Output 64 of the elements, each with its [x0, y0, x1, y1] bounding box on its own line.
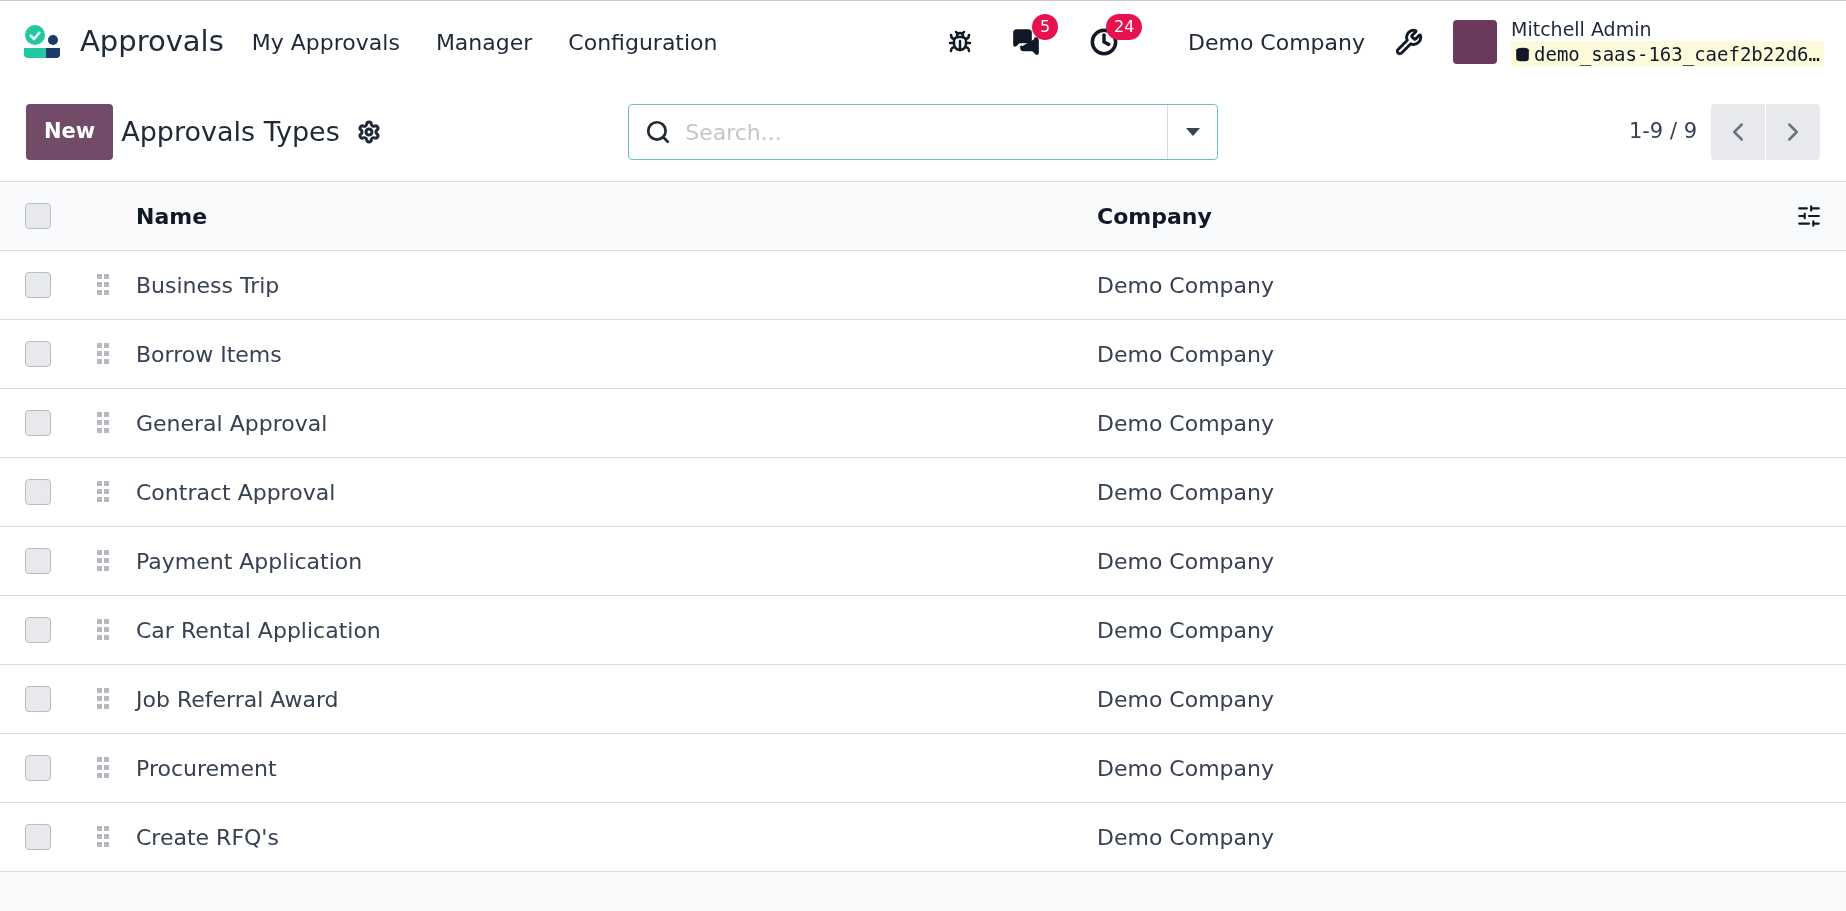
drag-handle-icon[interactable] [97, 757, 109, 779]
table-cell-text: Demo Company [1097, 685, 1276, 714]
table-cell-text: Borrow Items [136, 340, 283, 369]
caret-icon [1185, 128, 1200, 136]
previous-page-button[interactable] [1711, 104, 1765, 160]
table-cell-text: Procurement [136, 754, 278, 783]
database-name: demo_saas-163_caef2b22d6… [1534, 41, 1820, 68]
activities-badge: 24 [1106, 14, 1143, 40]
table-cell-text: Demo Company [1097, 478, 1276, 507]
checkbox[interactable] [25, 272, 51, 298]
table-cell-text: Demo Company [1097, 409, 1276, 438]
checkbox[interactable] [25, 755, 51, 781]
checkbox[interactable] [25, 410, 51, 436]
table-cell-text: Job Referral Award [136, 685, 340, 714]
table-cell-text: General Approval [136, 409, 329, 438]
table-cell-text: Business Trip [136, 271, 281, 300]
table-cell-text: Demo Company [1097, 823, 1276, 852]
checkbox[interactable] [25, 203, 51, 229]
drag-handle-icon[interactable] [97, 481, 109, 503]
drag-handle-icon[interactable] [97, 826, 109, 848]
debug-bug-icon[interactable] [948, 30, 972, 54]
pager-value[interactable]: 1-9 / 9 [1628, 116, 1697, 148]
menu-item[interactable]: My Approvals [233, 25, 418, 59]
checkbox[interactable] [25, 479, 51, 505]
table-cell-text: Payment Application [136, 547, 364, 576]
settings-icon[interactable] [357, 120, 382, 144]
search-field[interactable]: Search... [628, 104, 1219, 160]
table-cell-text: Demo Company [1097, 616, 1276, 645]
new-button[interactable]: New [26, 104, 114, 160]
messages-badge: 5 [1032, 14, 1059, 40]
drag-handle-icon[interactable] [97, 412, 109, 434]
messages-icon[interactable] [1012, 28, 1040, 56]
table-cell-text: Create RFQ's [136, 823, 280, 852]
table-cell-text: Car Rental Application [136, 616, 382, 645]
drag-handle-icon[interactable] [97, 550, 109, 572]
checkbox[interactable] [25, 341, 51, 367]
tools-icon[interactable] [1395, 28, 1423, 56]
table-cell-text: Contract Approval [136, 478, 337, 507]
optional-columns-icon[interactable] [1796, 203, 1822, 229]
checkbox[interactable] [25, 548, 51, 574]
search-icon [645, 119, 672, 145]
drag-handle-icon[interactable] [97, 343, 109, 365]
table-cell-text: Demo Company [1097, 547, 1276, 576]
search-input[interactable]: Search... [685, 115, 1168, 149]
app-logo-icon[interactable] [22, 24, 62, 60]
drag-handle-icon[interactable] [97, 274, 109, 296]
company-switcher[interactable]: Demo Company [1188, 25, 1365, 59]
table-cell-text: Demo Company [1097, 754, 1276, 783]
table-cell-text: Demo Company [1097, 340, 1276, 369]
page-title: Approvals Types [121, 114, 341, 149]
column-header[interactable]: Company [1097, 199, 1796, 233]
user-avatar[interactable] [1453, 20, 1497, 64]
user-name[interactable]: Mitchell Admin [1511, 17, 1824, 41]
table-cell-text: Demo Company [1097, 271, 1276, 300]
app-name[interactable]: Approvals [80, 20, 224, 64]
checkbox[interactable] [25, 617, 51, 643]
menu-item[interactable]: Configuration [550, 25, 736, 59]
column-header[interactable]: Name [136, 199, 1097, 233]
next-page-button[interactable] [1766, 104, 1820, 160]
menu-item[interactable]: Manager [417, 25, 551, 59]
checkbox[interactable] [25, 686, 51, 712]
drag-handle-icon[interactable] [97, 688, 109, 710]
drag-handle-icon[interactable] [97, 619, 109, 641]
checkbox[interactable] [25, 824, 51, 850]
